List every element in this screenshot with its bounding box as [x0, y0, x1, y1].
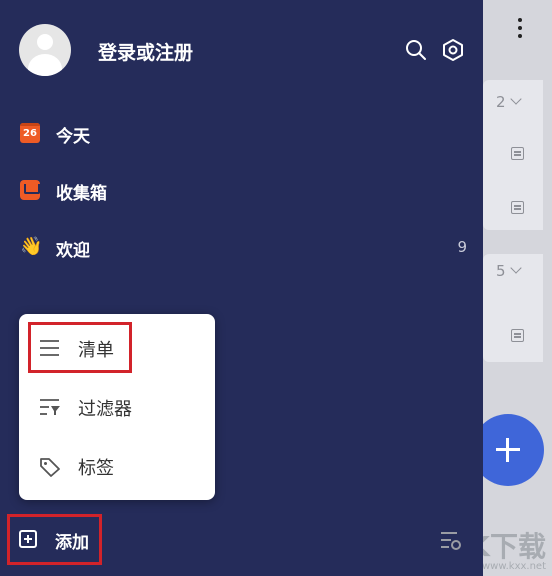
menu-item-label: 过滤器	[78, 399, 132, 420]
filter-settings-icon[interactable]	[439, 529, 463, 553]
nav-item-today[interactable]: 26 今天	[0, 112, 483, 156]
avatar[interactable]	[19, 24, 71, 76]
navigation-drawer: 登录或注册 26 今天 收集箱 👋 欢迎 9 清单 过滤器 标签 添加	[0, 0, 483, 576]
nav-item-label: 收集箱	[56, 184, 107, 204]
nav-item-label: 今天	[56, 127, 90, 147]
menu-item-tag[interactable]: 标签	[19, 437, 215, 495]
menu-item-label: 标签	[78, 458, 114, 479]
project-count: 5	[496, 262, 506, 280]
menu-item-filter[interactable]: 过滤器	[19, 378, 215, 436]
search-icon[interactable]	[404, 38, 428, 62]
more-options-icon[interactable]	[513, 18, 527, 44]
note-icon	[511, 147, 524, 160]
nav-item-welcome[interactable]: 👋 欢迎 9	[0, 226, 483, 270]
settings-icon[interactable]	[441, 38, 465, 62]
nav-item-label: 欢迎	[56, 241, 90, 261]
nav-item-inbox[interactable]: 收集箱	[0, 169, 483, 213]
filter-icon	[39, 398, 61, 416]
highlight-box	[7, 514, 102, 565]
note-icon	[511, 329, 524, 342]
tag-icon	[39, 457, 61, 477]
waving-hand-icon: 👋	[20, 236, 43, 257]
login-register-link[interactable]: 登录或注册	[98, 38, 193, 65]
inbox-icon	[20, 180, 40, 200]
project-count: 2	[496, 93, 506, 111]
task-count: 9	[457, 238, 467, 256]
calendar-icon: 26	[20, 123, 40, 143]
highlight-box	[28, 322, 132, 373]
note-icon	[511, 201, 524, 214]
